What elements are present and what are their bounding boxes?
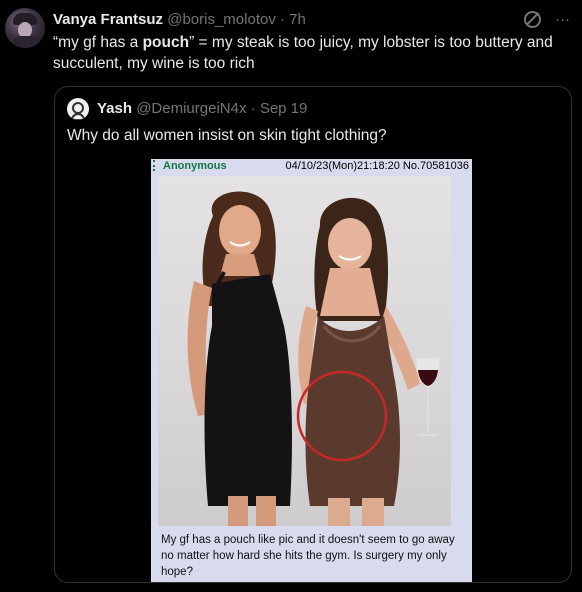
right-chest (320, 268, 380, 316)
quote-avatar[interactable] (67, 98, 89, 120)
quoted-tweet[interactable]: Yash @DemiurgeiN4x · Sep 19 Why do all w… (54, 86, 572, 583)
avatar-coat (9, 36, 41, 48)
right-face (328, 218, 372, 270)
avatar[interactable] (5, 8, 45, 48)
left-dress (204, 274, 292, 506)
quote-avatar-body (71, 113, 85, 120)
separator-dot: · (280, 11, 285, 28)
left-neck (220, 254, 260, 276)
post-poster: Anonymous (163, 160, 227, 172)
author-handle[interactable]: @boris_molotov (167, 11, 276, 28)
author-name[interactable]: Vanya Frantsuz (53, 11, 163, 28)
left-face (219, 205, 261, 257)
quote-header: Yash @DemiurgeiN4x · Sep 19 (97, 99, 307, 118)
post-screenshot[interactable]: Anonymous 04/10/23(Mon)21:18:20 No.70581… (151, 159, 472, 582)
tweet-text-bold: pouch (142, 34, 190, 51)
quote-author-handle[interactable]: @DemiurgeiN4x (136, 100, 246, 117)
tweet-text: “my gf has a pouch” = my steak is too ju… (53, 32, 568, 74)
quote-date[interactable]: Sep 19 (260, 100, 308, 117)
post-header: Anonymous 04/10/23(Mon)21:18:20 No.70581… (151, 159, 472, 174)
tweet-actions: ··· (524, 10, 570, 29)
post-meta: 04/10/23(Mon)21:18:20 No.70581036 (285, 160, 469, 172)
quote-text: Why do all women insist on skin tight cl… (67, 127, 387, 144)
right-leg-2 (362, 498, 384, 526)
grok-icon[interactable] (524, 11, 541, 28)
post-caption: My gf has a pouch like pic and it doesn'… (161, 534, 455, 578)
right-leg-1 (328, 498, 350, 526)
left-leg-1 (228, 496, 248, 526)
left-leg-2 (256, 496, 276, 526)
checkbox-icon (153, 160, 158, 171)
tweet-text-before: “my gf has a (53, 34, 143, 51)
tweet-header: Vanya Frantsuz @boris_molotov · 7h (53, 10, 306, 29)
photo-illustration (187, 191, 441, 526)
quote-separator: · (250, 100, 256, 117)
tweet-time[interactable]: 7h (289, 11, 306, 28)
more-icon[interactable]: ··· (555, 10, 570, 29)
quote-author-name[interactable]: Yash (97, 100, 132, 117)
wine (418, 370, 438, 386)
post-photo (158, 176, 451, 526)
